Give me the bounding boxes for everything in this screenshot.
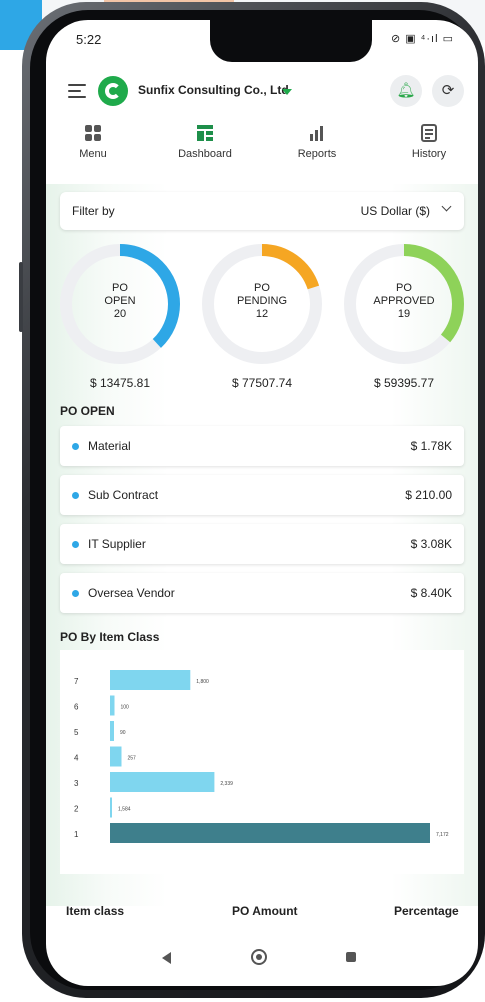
- table-header: Item class PO Amount Percentage: [46, 900, 478, 924]
- bar-value-label: 257: [128, 756, 137, 762]
- po-pending-label: PO PENDING 12: [236, 282, 288, 320]
- bar: [110, 670, 191, 690]
- po-by-item-class-chart: 7 1,800 6 100 5 90 4 257 3 2,339 2 1,584 1 7,172: [60, 650, 464, 874]
- phone-frame: 5:22 ⊘ ▣ ⁴·ıl ▭ Sunfix Consulting Co., L…: [19, 2, 485, 998]
- y-tick-label: 2: [74, 805, 79, 814]
- company-dropdown-icon[interactable]: [282, 89, 292, 95]
- po-open-item[interactable]: IT Supplier $ 3.08K: [60, 524, 464, 564]
- app-bar: Sunfix Consulting Co., Ltd 🔔︎ ⟳: [46, 66, 478, 116]
- y-tick-label: 3: [74, 779, 79, 788]
- po-open-item[interactable]: Material $ 1.78K: [60, 426, 464, 466]
- y-tick-label: 5: [74, 728, 79, 737]
- nav-label-dashboard: Dashboard: [178, 148, 232, 160]
- status-time: 5:22: [76, 32, 102, 47]
- po-by-item-class-title: PO By Item Class: [60, 630, 160, 644]
- refresh-icon: ⟳: [441, 82, 455, 99]
- bar: [110, 695, 115, 716]
- po-open-title: PO OPEN: [60, 404, 115, 418]
- bar-value-label: 100: [121, 705, 130, 711]
- nav-item-reports[interactable]: Reports: [272, 124, 362, 160]
- po-item-amount: $ 3.08K: [410, 537, 452, 551]
- nav-item-menu[interactable]: Menu: [48, 124, 138, 160]
- bar: [110, 746, 122, 767]
- nav-label-menu: Menu: [79, 148, 107, 160]
- history-icon: [420, 124, 438, 142]
- po-approved-amount: $ 59395.77: [373, 376, 435, 390]
- chevron-down-icon[interactable]: [441, 201, 452, 212]
- currency-filter[interactable]: Filter by US Dollar ($): [60, 192, 464, 230]
- recents-icon[interactable]: [346, 952, 356, 962]
- bullet-dot-icon: [72, 492, 79, 499]
- y-tick-label: 4: [74, 754, 79, 763]
- company-name[interactable]: Sunfix Consulting Co., Ltd: [138, 83, 289, 97]
- phone-side-button: [19, 262, 23, 332]
- bar-value-label: 1,800: [196, 679, 209, 685]
- system-navigation-bar: [46, 932, 478, 986]
- bar-value-label: 2,339: [220, 781, 233, 787]
- header-po-amount: PO Amount: [232, 904, 298, 918]
- po-open-donut[interactable]: PO OPEN 20: [58, 242, 182, 366]
- po-approved-donut[interactable]: PO APPROVED 19: [342, 242, 466, 366]
- filter-label: Filter by: [72, 204, 115, 218]
- app-screen: 5:22 ⊘ ▣ ⁴·ıl ▭ Sunfix Consulting Co., L…: [46, 20, 478, 986]
- po-item-amount: $ 210.00: [405, 488, 452, 502]
- po-item-amount: $ 8.40K: [410, 586, 452, 600]
- po-pending-amount: $ 77507.74: [231, 376, 293, 390]
- bar: [110, 721, 114, 741]
- po-open-label: PO OPEN 20: [104, 282, 136, 320]
- nav-label-reports: Reports: [297, 148, 337, 160]
- reports-icon: [308, 124, 326, 142]
- bar: [110, 823, 430, 843]
- y-tick-label: 6: [74, 703, 79, 712]
- po-item-name: IT Supplier: [88, 537, 146, 551]
- status-bar: 5:22 ⊘ ▣ ⁴·ıl ▭: [46, 20, 478, 60]
- bullet-dot-icon: [72, 590, 79, 597]
- nav-item-dashboard[interactable]: Dashboard: [160, 124, 250, 160]
- po-item-name: Sub Contract: [88, 488, 159, 502]
- po-open-amount: $ 13475.81: [89, 376, 151, 390]
- po-pending-donut[interactable]: PO PENDING 12: [200, 242, 324, 366]
- status-icons: ⊘ ▣ ⁴·ıl ▭: [390, 33, 454, 45]
- company-logo: [98, 76, 128, 106]
- dashboard-icon: [196, 124, 214, 142]
- po-open-item[interactable]: Oversea Vendor $ 8.40K: [60, 573, 464, 613]
- grid-icon: [84, 124, 102, 142]
- header-percentage: Percentage: [394, 904, 459, 918]
- currency-select-value[interactable]: US Dollar ($): [361, 204, 430, 218]
- bar: [110, 772, 215, 792]
- top-navigation: Menu Dashboard Reports History: [46, 120, 478, 182]
- po-item-amount: $ 1.78K: [410, 439, 452, 453]
- bell-icon: 🔔︎: [396, 82, 416, 99]
- po-open-item[interactable]: Sub Contract $ 210.00: [60, 475, 464, 515]
- bullet-dot-icon: [72, 541, 79, 548]
- back-icon[interactable]: [162, 952, 171, 964]
- y-tick-label: 7: [74, 677, 79, 686]
- nav-label-history: History: [411, 148, 447, 160]
- po-item-name: Material: [88, 439, 131, 453]
- bullet-dot-icon: [72, 443, 79, 450]
- menu-icon[interactable]: [68, 84, 86, 98]
- bar-value-label: 1,584: [118, 807, 131, 813]
- bar-value-label: 90: [120, 730, 126, 736]
- notification-button[interactable]: 🔔︎: [390, 75, 422, 107]
- home-icon[interactable]: [251, 949, 267, 965]
- bar-chart-svg: 7 1,800 6 100 5 90 4 257 3 2,339 2 1,584 1 7,172: [74, 670, 449, 843]
- refresh-button[interactable]: ⟳: [432, 75, 464, 107]
- nav-item-history[interactable]: History: [384, 124, 474, 160]
- po-item-name: Oversea Vendor: [88, 586, 175, 600]
- bar-value-label: 7,172: [436, 832, 449, 838]
- po-approved-label: PO APPROVED 19: [373, 282, 435, 320]
- header-item-class: Item class: [66, 904, 125, 918]
- bar: [110, 797, 112, 818]
- y-tick-label: 1: [74, 830, 79, 839]
